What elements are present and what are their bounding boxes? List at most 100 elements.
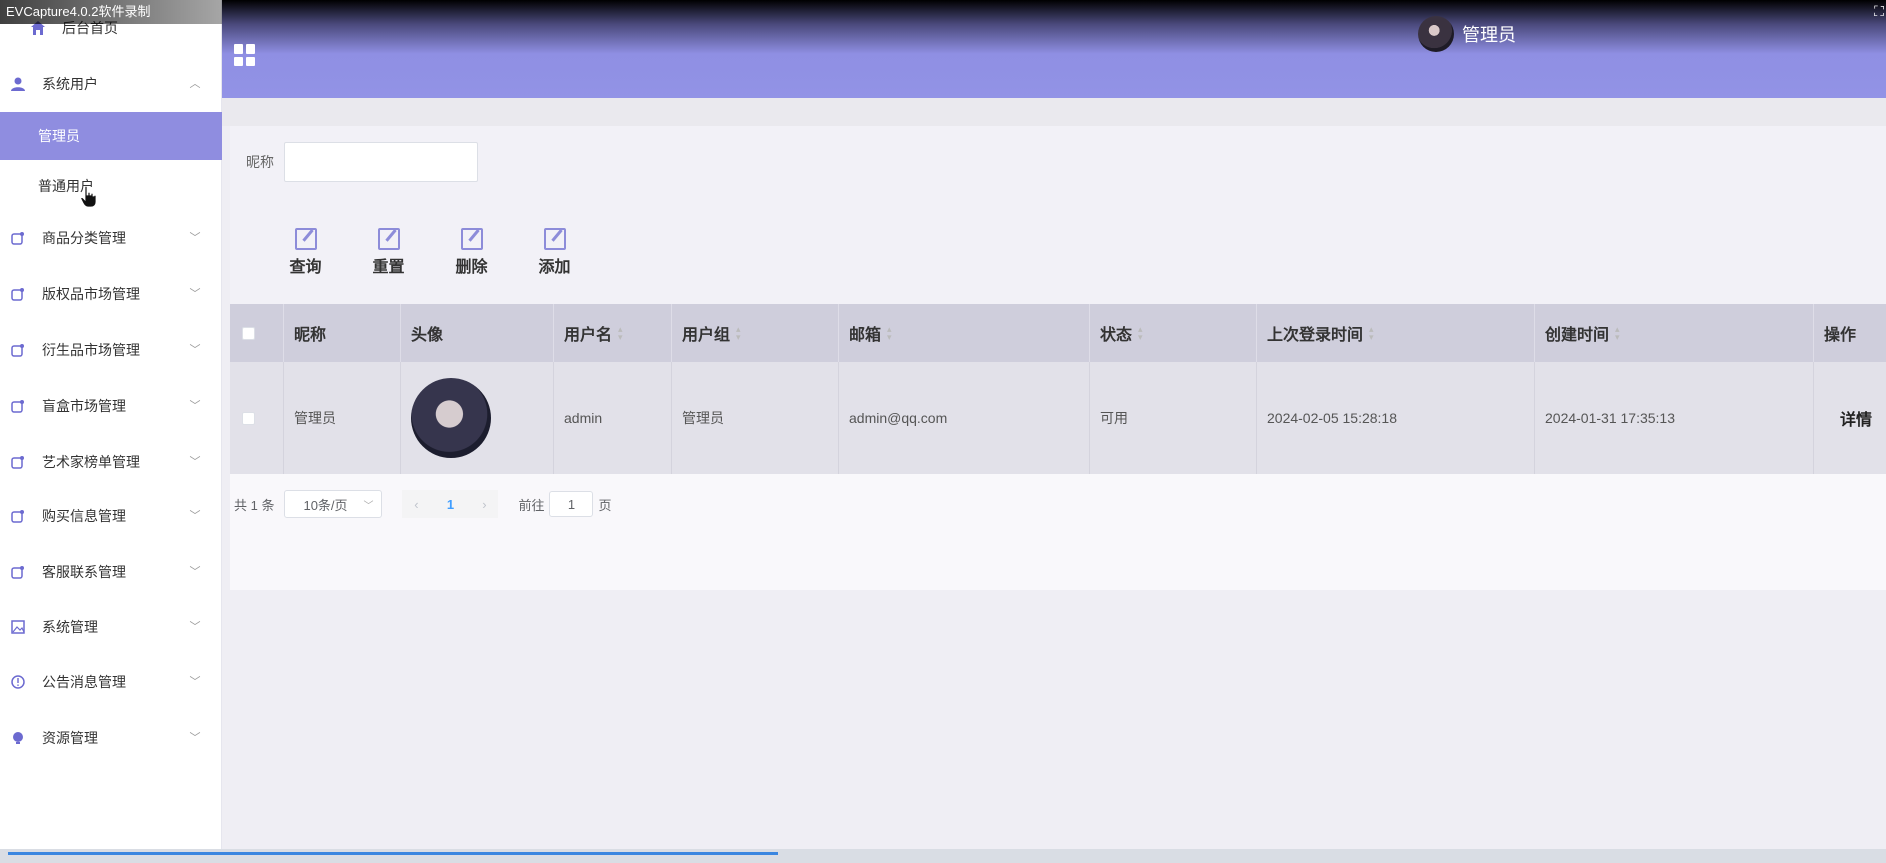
- chevron-down-icon: ﹀: [189, 232, 201, 244]
- cell-status: 可用: [1090, 362, 1257, 474]
- header-email[interactable]: 邮箱 ▴ ▾: [839, 304, 1090, 362]
- sidebar-item-derivative-market[interactable]: 衍生品市场管理 ﹀: [0, 326, 222, 374]
- sort-icon: ▴ ▾: [1138, 324, 1143, 342]
- goto-suffix: 页: [598, 497, 612, 513]
- reset-button[interactable]: 重置: [347, 228, 430, 277]
- chevron-down-icon: ﹀: [189, 400, 201, 412]
- edit-icon: [543, 228, 566, 250]
- edit-icon: [377, 228, 400, 250]
- cell-actions: 详情: [1814, 362, 1886, 474]
- sidebar-item-label: 系统管理: [42, 619, 98, 635]
- sidebar-item-label: 商品分类管理: [42, 230, 126, 246]
- button-label: 重置: [372, 259, 405, 276]
- user-menu[interactable]: 管理员: [1418, 16, 1516, 52]
- hand-cursor-icon: [80, 186, 96, 208]
- sidebar-subitem-admin[interactable]: 管理员: [0, 112, 222, 160]
- search-bar: 昵称: [246, 142, 478, 182]
- select-all-cell: [230, 304, 284, 362]
- header-actions: 操作: [1824, 327, 1857, 344]
- sidebar-subitem-label: 管理员: [38, 128, 80, 144]
- sort-icon: ▴ ▾: [1369, 324, 1374, 342]
- button-label: 添加: [538, 259, 571, 276]
- table-row: 管理员 admin 管理员 admin@qq.com 可用 2024-02-05…: [230, 362, 1886, 474]
- query-button[interactable]: 查询: [264, 228, 347, 277]
- tag-icon: [10, 398, 26, 414]
- sidebar-item-label: 购买信息管理: [42, 508, 126, 524]
- sort-icon: ▴ ▾: [1615, 324, 1620, 342]
- prev-page-button[interactable]: ‹: [402, 490, 431, 518]
- total-count: 共 1 条: [234, 497, 275, 513]
- header-group[interactable]: 用户组 ▴ ▾: [672, 304, 839, 362]
- page-size-select[interactable]: 10条/页 ﹀: [284, 490, 383, 518]
- cell-username: admin: [554, 362, 672, 474]
- sidebar-item-label: 公告消息管理: [42, 674, 126, 690]
- info-icon: [10, 674, 26, 690]
- cell-avatar: [401, 362, 554, 474]
- page-size-value: 10条/页: [303, 497, 348, 513]
- sidebar-item-label: 版权品市场管理: [42, 286, 140, 302]
- tag-icon: [10, 508, 26, 524]
- cell-created: 2024-01-31 17:35:13: [1535, 362, 1814, 474]
- header-created[interactable]: 创建时间 ▴ ▾: [1535, 304, 1814, 362]
- chevron-down-icon: ﹀: [189, 732, 201, 744]
- row-checkbox[interactable]: [242, 411, 255, 425]
- tag-icon: [10, 564, 26, 580]
- sidebar-item-label: 艺术家榜单管理: [42, 454, 140, 470]
- goto-page-input[interactable]: 1: [549, 491, 594, 517]
- main-content: 昵称 查询 重置 删除 添加 昵称 头像 用户名 ▴ ▾ 用户组 ▴ ▾ 邮箱 ▴ ▾ 状态…: [230, 126, 1886, 590]
- progress-fill: [8, 852, 778, 855]
- fullscreen-icon[interactable]: ⛶: [1872, 4, 1886, 18]
- sidebar-item-artist-ranking[interactable]: 艺术家榜单管理 ﹀: [0, 438, 222, 486]
- sort-icon: ▴ ▾: [618, 324, 623, 342]
- sidebar-item-category[interactable]: 商品分类管理 ﹀: [0, 214, 222, 262]
- menu-grid-icon[interactable]: [234, 44, 256, 66]
- cell-group: 管理员: [672, 362, 839, 474]
- sidebar-item-label: 盲盒市场管理: [42, 398, 126, 414]
- header-nickname: 昵称: [284, 304, 401, 362]
- sidebar-item-customer-service[interactable]: 客服联系管理 ﹀: [0, 548, 222, 596]
- header-status[interactable]: 状态 ▴ ▾: [1090, 304, 1257, 362]
- bulb-icon: [10, 730, 26, 746]
- sidebar-item-system-management[interactable]: 系统管理 ﹀: [0, 603, 222, 651]
- table-footer: 共 1 条 10条/页 ﹀ ‹ 1 › 前往 1 页: [230, 474, 1886, 590]
- row-select-cell: [230, 362, 284, 474]
- chevron-down-icon: ﹀: [189, 456, 201, 468]
- chevron-down-icon: ﹀: [189, 288, 201, 300]
- chevron-down-icon: ﹀: [189, 344, 201, 356]
- header-username[interactable]: 用户名 ▴ ▾: [554, 304, 672, 362]
- search-label: 昵称: [246, 154, 274, 170]
- sidebar: 后台首页 系统用户 ︿ 管理员 普通用户 商品分类管理 ﹀ 版权品市场管理 ﹀ …: [0, 0, 222, 863]
- nickname-input[interactable]: [284, 142, 478, 182]
- sidebar-item-blindbox-market[interactable]: 盲盒市场管理 ﹀: [0, 382, 222, 430]
- recorder-progress-bar: [0, 849, 1886, 863]
- page-number[interactable]: 1: [430, 490, 471, 518]
- button-label: 删除: [455, 259, 488, 276]
- cell-last-login: 2024-02-05 15:28:18: [1257, 362, 1535, 474]
- sidebar-subitem-users[interactable]: 普通用户: [0, 162, 222, 210]
- sidebar-item-resources[interactable]: 资源管理 ﹀: [0, 714, 222, 762]
- detail-button[interactable]: 详情: [1840, 406, 1872, 430]
- next-page-button[interactable]: ›: [470, 490, 499, 518]
- table-header: 昵称 头像 用户名 ▴ ▾ 用户组 ▴ ▾ 邮箱 ▴ ▾ 状态 ▴ ▾ 上次登录时间 ▴ ▾ 创建时…: [230, 304, 1886, 362]
- sidebar-item-system-users[interactable]: 系统用户 ︿: [0, 60, 222, 108]
- pagination: 共 1 条 10条/页 ﹀ ‹ 1 › 前往 1 页: [234, 490, 612, 518]
- sort-icon: ▴ ▾: [887, 324, 892, 342]
- sidebar-item-announcements[interactable]: 公告消息管理 ﹀: [0, 658, 222, 706]
- breadcrumb-strip: [222, 98, 1886, 126]
- sort-icon: ▴ ▾: [736, 324, 741, 342]
- recorder-title: EVCapture4.0.2软件录制: [0, 0, 222, 24]
- chevron-down-icon: ﹀: [189, 566, 201, 578]
- sidebar-item-copyright-market[interactable]: 版权品市场管理 ﹀: [0, 270, 222, 318]
- header-last-login[interactable]: 上次登录时间 ▴ ▾: [1257, 304, 1535, 362]
- add-button[interactable]: 添加: [513, 228, 596, 277]
- delete-button[interactable]: 删除: [430, 228, 513, 277]
- chevron-down-icon: ﹀: [189, 621, 201, 633]
- tag-icon: [10, 286, 26, 302]
- chevron-down-icon: ﹀: [189, 676, 201, 688]
- sidebar-item-purchase-info[interactable]: 购买信息管理 ﹀: [0, 492, 222, 540]
- avatar: [411, 378, 491, 458]
- top-header: 管理员: [222, 0, 1886, 98]
- tag-icon: [10, 342, 26, 358]
- header-avatar: 头像: [401, 304, 554, 362]
- select-all-checkbox[interactable]: [242, 326, 255, 340]
